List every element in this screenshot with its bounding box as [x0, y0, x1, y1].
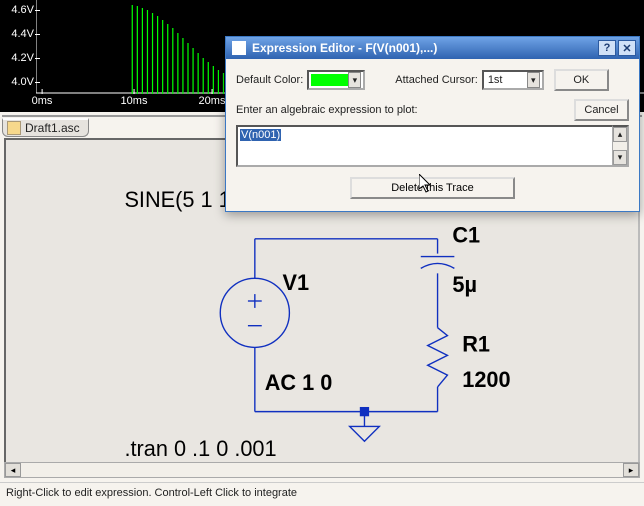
ok-button[interactable]: OK	[554, 69, 609, 91]
attached-cursor-value: 1st	[488, 74, 503, 86]
dialog-titlebar[interactable]: Expression Editor - F(V(n001),...) ? ✕	[226, 37, 639, 59]
default-color-select[interactable]: ▾	[307, 70, 365, 90]
schematic-file-icon	[7, 121, 21, 135]
scroll-left-button[interactable]: ◂	[5, 463, 21, 477]
expression-input[interactable]: V(n001)	[236, 125, 614, 167]
v1-name[interactable]: V1	[282, 270, 309, 295]
tab-draft1[interactable]: Draft1.asc	[2, 118, 89, 137]
tab-label: Draft1.asc	[25, 121, 80, 135]
default-color-label: Default Color:	[236, 74, 303, 86]
dialog-title-text: Expression Editor - F(V(n001),...)	[252, 41, 437, 55]
expression-text: V(n001)	[240, 129, 281, 141]
scroll-right-button[interactable]: ▸	[623, 463, 639, 477]
scroll-down-button[interactable]: ▾	[613, 150, 627, 165]
expression-scrollbar[interactable]: ▴ ▾	[612, 125, 629, 167]
c1-value[interactable]: 5µ	[452, 272, 477, 297]
v1-value[interactable]: AC 1 0	[265, 370, 333, 395]
delete-trace-button[interactable]: Delete this Trace	[350, 177, 515, 199]
dialog-sys-icon	[232, 41, 246, 55]
scroll-up-button[interactable]: ▴	[613, 127, 627, 142]
color-swatch	[311, 74, 348, 86]
cancel-button[interactable]: Cancel	[574, 99, 629, 121]
r1-value[interactable]: 1200	[462, 367, 510, 392]
plot-y-axis: 4.6V 4.4V 4.2V 4.0V	[2, 0, 36, 94]
r1-name[interactable]: R1	[462, 331, 490, 356]
c1-name[interactable]: C1	[452, 223, 480, 248]
help-button[interactable]: ?	[598, 40, 616, 56]
chevron-down-icon: ▾	[527, 72, 540, 88]
attached-cursor-label: Attached Cursor:	[395, 74, 478, 86]
expression-label: Enter an algebraic expression to plot:	[236, 104, 418, 116]
attached-cursor-select[interactable]: 1st ▾	[482, 70, 544, 90]
expression-editor-dialog: Expression Editor - F(V(n001),...) ? ✕ D…	[225, 36, 640, 212]
tran-directive[interactable]: .tran 0 .1 0 .001	[124, 436, 276, 461]
horizontal-scrollbar[interactable]: ◂ ▸	[4, 462, 640, 478]
status-bar: Right-Click to edit expression. Control-…	[0, 482, 644, 506]
chevron-down-icon: ▾	[348, 72, 361, 88]
close-button[interactable]: ✕	[618, 40, 636, 56]
